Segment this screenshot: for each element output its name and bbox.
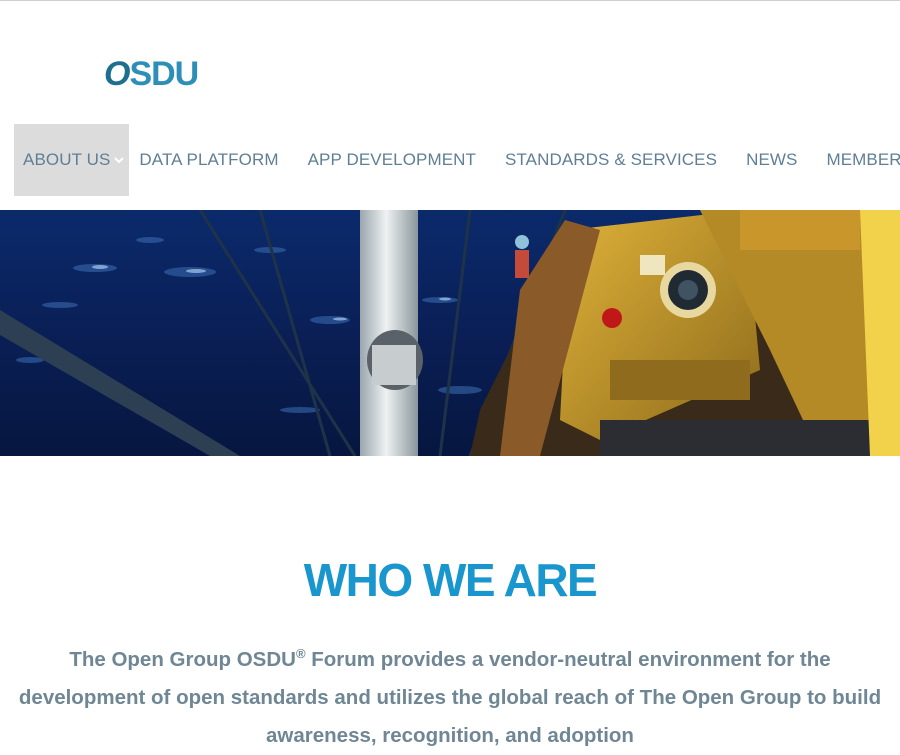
- logo-letter-o: O: [104, 54, 130, 93]
- logo-text: OSDU: [104, 54, 199, 94]
- nav-item-about-us[interactable]: ABOUT US: [14, 124, 130, 196]
- logo-letters: SDU: [129, 54, 199, 93]
- intro-paragraph: The Open Group OSDU® Forum provides a ve…: [12, 635, 888, 755]
- intro-text-start: The Open Group OSDU: [69, 647, 296, 671]
- nav-item-label: APP DEVELOPMENT: [307, 150, 477, 169]
- main-navigation: ABOUT US DATA PLATFORM APP DEVELOPMENT S…: [14, 124, 900, 196]
- nav-item-label: NEWS: [746, 150, 798, 169]
- nav-item-label: MEMBERSHIP: [826, 150, 900, 169]
- nav-item-label: ABOUT US: [23, 150, 111, 169]
- top-rule: [0, 0, 900, 1]
- nav-item-label: STANDARDS & SERVICES: [505, 150, 718, 169]
- nav-item-standards-services[interactable]: STANDARDS & SERVICES: [505, 124, 717, 196]
- nav-item-membership[interactable]: MEMBERSHIP: [826, 124, 900, 196]
- chevron-down-icon[interactable]: [113, 154, 125, 166]
- offshore-rig-illustration: [0, 210, 900, 456]
- nav-item-app-development[interactable]: APP DEVELOPMENT: [308, 124, 476, 196]
- registered-mark: ®: [295, 645, 306, 661]
- osdu-logo[interactable]: OSDU: [104, 54, 199, 94]
- nav-item-data-platform[interactable]: DATA PLATFORM: [139, 124, 278, 196]
- nav-item-label: DATA PLATFORM: [139, 150, 279, 169]
- nav-item-news[interactable]: NEWS: [746, 124, 797, 196]
- who-we-are-heading: WHO WE ARE: [303, 553, 598, 606]
- hero-image: [0, 210, 900, 456]
